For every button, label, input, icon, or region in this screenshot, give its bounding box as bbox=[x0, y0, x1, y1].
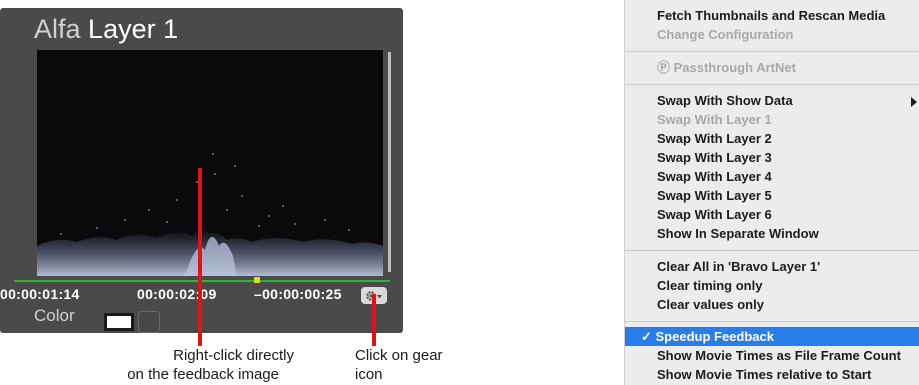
menu-item-fetch-thumbnails[interactable]: Fetch Thumbnails and Rescan Media bbox=[657, 6, 885, 25]
menu-item-separate-window[interactable]: Show In Separate Window bbox=[657, 224, 819, 243]
menu-item-swap-layer-2[interactable]: Swap With Layer 2 bbox=[657, 129, 772, 148]
playhead-marker[interactable] bbox=[254, 277, 260, 283]
menu-separator bbox=[625, 250, 919, 251]
menu-item-passthrough-artnet: Ⓟ Passthrough ArtNet bbox=[657, 60, 796, 75]
vertical-scrollbar[interactable] bbox=[388, 52, 391, 272]
menu-item-speedup-feedback-label: ✓ Speedup Feedback bbox=[641, 329, 774, 344]
menu-separator bbox=[625, 321, 919, 322]
gear-annotation: Click on gear icon bbox=[355, 346, 443, 384]
feedback-annotation: Right-click directly on the feedback ima… bbox=[127, 346, 294, 384]
menu-item-swap-layer-5[interactable]: Swap With Layer 5 bbox=[657, 186, 772, 205]
feedback-annotation-line2: on the feedback image bbox=[127, 366, 279, 383]
menu-item-clear-all[interactable]: Clear All in 'Bravo Layer 1' bbox=[657, 257, 820, 276]
color-label: Color bbox=[34, 306, 75, 325]
gear-pointer-line bbox=[372, 294, 376, 346]
color-swatch-white[interactable] bbox=[104, 313, 134, 331]
menu-item-frame-count[interactable]: Show Movie Times as File Frame Count bbox=[657, 346, 901, 365]
menu-separator bbox=[625, 84, 919, 85]
time-elapsed: 00:00:01:14 bbox=[0, 286, 80, 302]
menu-item-clear-values[interactable]: Clear values only bbox=[657, 295, 764, 314]
menu-item-swap-layer-1: Swap With Layer 1 bbox=[657, 112, 772, 127]
feedback-image[interactable] bbox=[37, 50, 383, 276]
time-position: 00:00:02:09 bbox=[137, 286, 217, 302]
feedback-waveform bbox=[37, 153, 383, 276]
menu-item-speedup-feedback[interactable]: ✓ Speedup Feedback bbox=[625, 327, 919, 346]
feedback-annotation-line1: Right-click directly bbox=[173, 347, 294, 364]
menu-item-swap-layer-3[interactable]: Swap With Layer 3 bbox=[657, 148, 772, 167]
menu-item-swap-layer-6[interactable]: Swap With Layer 6 bbox=[657, 205, 772, 224]
timeline-bar[interactable] bbox=[14, 280, 390, 282]
layer-title-prefix: Alfa bbox=[34, 14, 81, 44]
menu-item-clear-timing[interactable]: Clear timing only bbox=[657, 276, 762, 295]
color-swatch-empty[interactable] bbox=[138, 311, 160, 333]
submenu-arrow-icon bbox=[911, 97, 917, 107]
gear-annotation-line2: icon bbox=[355, 366, 383, 383]
menu-separator bbox=[625, 51, 919, 52]
menu-item-swap-layer-4[interactable]: Swap With Layer 4 bbox=[657, 167, 772, 186]
menu-item-swap-show-data[interactable]: Swap With Show Data bbox=[657, 91, 793, 110]
feedback-pointer-line bbox=[198, 168, 202, 346]
context-menu: Fetch Thumbnails and Rescan Media Change… bbox=[624, 0, 919, 385]
layer-title: Alfa Layer 1 bbox=[34, 14, 178, 45]
layer-title-name: Layer 1 bbox=[88, 14, 179, 44]
menu-item-change-configuration: Change Configuration bbox=[657, 27, 794, 42]
menu-item-relative-start[interactable]: Show Movie Times relative to Start bbox=[657, 365, 871, 384]
gear-annotation-line1: Click on gear bbox=[355, 347, 443, 364]
time-remaining: –00:00:00:25 bbox=[254, 286, 342, 302]
